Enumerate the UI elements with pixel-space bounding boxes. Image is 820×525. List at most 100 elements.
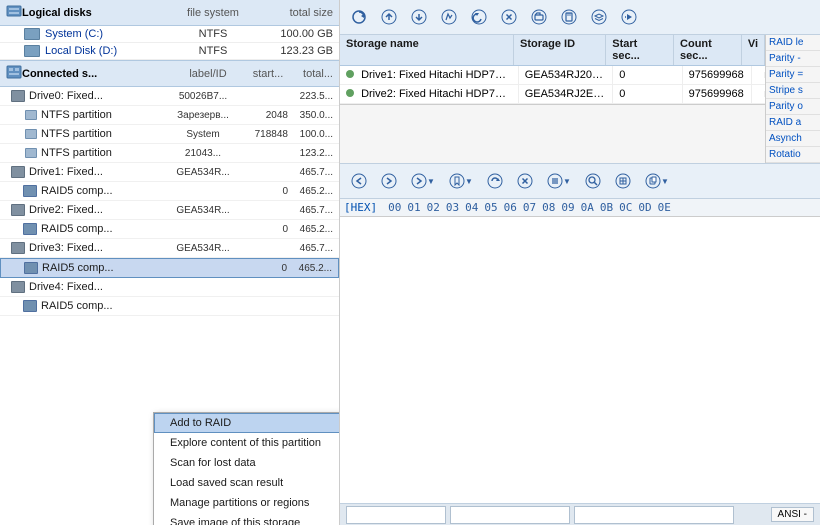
drive-icon-3 <box>10 241 26 255</box>
toolbar-undo-btn[interactable] <box>465 3 493 31</box>
disk-name-system: System (C:) <box>45 28 173 40</box>
status-field-1[interactable] <box>346 506 446 524</box>
copy-btn[interactable]: ▼ <box>639 167 675 195</box>
hex-col-08: 08 <box>542 201 555 214</box>
storage-dot-0 <box>346 70 354 78</box>
nav-prev-btn[interactable] <box>345 167 373 195</box>
nav-next-btn[interactable] <box>375 167 403 195</box>
hex-col-07: 07 <box>523 201 536 214</box>
right-info-0[interactable]: RAID le <box>766 35 820 51</box>
th-count-sec: Count sec... <box>674 35 742 65</box>
context-menu-manage[interactable]: Manage partitions or regions <box>154 493 339 513</box>
cancel-btn[interactable] <box>511 167 539 195</box>
storage-start-1: 0 <box>613 85 682 103</box>
raid-icon-7 <box>22 222 38 236</box>
tree-row-9-selected[interactable]: RAID5 comp... 0 465.2... <box>0 258 339 278</box>
disk-icon-local <box>24 45 40 57</box>
toolbar-export-btn[interactable] <box>615 3 643 31</box>
tree-row-7[interactable]: RAID5 comp... 0 465.2... <box>0 220 339 239</box>
raid-icon-11 <box>22 299 38 313</box>
tree-row-6[interactable]: Drive2: Fixed... GEA534R... 465.7... <box>0 201 339 220</box>
grid-btn[interactable] <box>609 167 637 195</box>
partition-icon-1 <box>22 108 38 122</box>
right-info-7[interactable]: Rotatio <box>766 147 820 163</box>
storage-row-1[interactable]: Drive2: Fixed Hitachi HDP7250... GEA534R… <box>340 85 765 104</box>
storage-row-0[interactable]: Drive1: Fixed Hitachi HDP7250... GEA534R… <box>340 66 765 85</box>
storage-dot-1 <box>346 89 354 97</box>
tree-row-5[interactable]: RAID5 comp... 0 465.2... <box>0 182 339 201</box>
disk-size-local: 123.23 GB <box>253 45 333 57</box>
hex-col-00: 00 <box>388 201 401 214</box>
drive-icon-2 <box>10 203 26 217</box>
disk-icon-system <box>24 28 40 40</box>
context-menu-explore[interactable]: Explore content of this partition <box>154 433 339 453</box>
left-panel: Logical disks file system total size Sys… <box>0 0 340 525</box>
hex-col-09: 09 <box>561 201 574 214</box>
right-info-6[interactable]: Asynch <box>766 131 820 147</box>
context-menu-scan[interactable]: Scan for lost data <box>154 453 339 473</box>
hex-viewer: [HEX] 00 01 02 03 04 05 06 07 08 09 0A 0… <box>340 199 820 503</box>
raid-icon-9 <box>23 261 39 275</box>
toolbar-save-btn[interactable] <box>555 3 583 31</box>
bottom-toolbar: ▼ ▼ ▼ ▼ <box>340 163 820 199</box>
status-field-2[interactable] <box>450 506 570 524</box>
right-info-2[interactable]: Parity = <box>766 67 820 83</box>
storage-name-0: Drive1: Fixed Hitachi HDP7250... <box>340 66 519 84</box>
bookmark-btn[interactable]: ▼ <box>443 167 479 195</box>
toolbar-down-btn[interactable] <box>405 3 433 31</box>
disk-name-local: Local Disk (D:) <box>45 45 173 57</box>
tree-row-8[interactable]: Drive3: Fixed... GEA534R... 465.7... <box>0 239 339 258</box>
tree-row-4[interactable]: Drive1: Fixed... GEA534R... 465.7... <box>0 163 339 182</box>
partition-icon-3 <box>22 146 38 160</box>
raid-icon-5 <box>22 184 38 198</box>
tree-row-11[interactable]: RAID5 comp... <box>0 297 339 316</box>
drive-icon-0 <box>10 89 26 103</box>
drive-icon-4 <box>10 280 26 294</box>
right-info-4[interactable]: Parity o <box>766 99 820 115</box>
right-info-5[interactable]: RAID a <box>766 115 820 131</box>
tree-row-0[interactable]: Drive0: Fixed... 50026B7... 223.5... <box>0 87 339 106</box>
disk-size-system: 100.00 GB <box>253 28 333 40</box>
logical-disks-header: Logical disks file system total size <box>0 0 339 26</box>
th-start-sec: Start sec... <box>606 35 674 65</box>
toolbar-edit-btn[interactable] <box>435 3 463 31</box>
col-label-header: label/ID <box>173 68 243 80</box>
col-size-header: total size <box>253 7 333 19</box>
context-menu-save-image[interactable]: Save image of this storage <box>154 513 339 525</box>
nav-next-arrow-btn[interactable]: ▼ <box>405 167 441 195</box>
storage-count-0: 975699968 <box>683 66 752 84</box>
context-menu-add-to-raid[interactable]: Add to RAID <box>154 413 339 433</box>
tree-row-10[interactable]: Drive4: Fixed... <box>0 278 339 297</box>
search-btn[interactable] <box>579 167 607 195</box>
storage-id-1: GEA534RJ2E2RYA <box>519 85 614 103</box>
tree-row-1[interactable]: NTFS partition Зарезерв... 2048 350.0... <box>0 106 339 125</box>
toolbar-close-btn[interactable] <box>495 3 523 31</box>
toolbar-layers-btn[interactable] <box>585 3 613 31</box>
storage-table-area: Storage name Storage ID Start sec... Cou… <box>340 35 820 163</box>
toolbar-up-btn[interactable] <box>375 3 403 31</box>
storage-table: Storage name Storage ID Start sec... Cou… <box>340 35 765 105</box>
disk-row-system[interactable]: System (C:) NTFS 100.00 GB <box>0 26 339 43</box>
hex-col-03: 03 <box>446 201 459 214</box>
disk-row-local[interactable]: Local Disk (D:) NTFS 123.23 GB <box>0 43 339 60</box>
status-field-3[interactable] <box>574 506 734 524</box>
storage-start-0: 0 <box>613 66 682 84</box>
right-info-1[interactable]: Parity - <box>766 51 820 67</box>
list-btn[interactable]: ▼ <box>541 167 577 195</box>
storage-table-header: Storage name Storage ID Start sec... Cou… <box>340 35 765 66</box>
right-info-3[interactable]: Stripe s <box>766 83 820 99</box>
status-bar: ANSI - <box>340 503 820 525</box>
rotate-btn[interactable] <box>481 167 509 195</box>
right-panel: Storage name Storage ID Start sec... Cou… <box>340 0 820 525</box>
hex-col-0e: 0E <box>658 201 671 214</box>
toolbar-folder-btn[interactable] <box>525 3 553 31</box>
context-menu-load-scan[interactable]: Load saved scan result <box>154 473 339 493</box>
toolbar-refresh-btn[interactable] <box>345 3 373 31</box>
tree-row-3[interactable]: NTFS partition 21043... 123.2... <box>0 144 339 163</box>
storage-vi-1 <box>752 91 765 97</box>
storage-name-1: Drive2: Fixed Hitachi HDP7250... <box>340 85 519 103</box>
ansi-badge: ANSI - <box>771 507 814 522</box>
logical-disks-title: Logical disks <box>22 7 173 19</box>
tree-row-2[interactable]: NTFS partition System 718848 100.0... <box>0 125 339 144</box>
hex-content <box>340 217 820 503</box>
